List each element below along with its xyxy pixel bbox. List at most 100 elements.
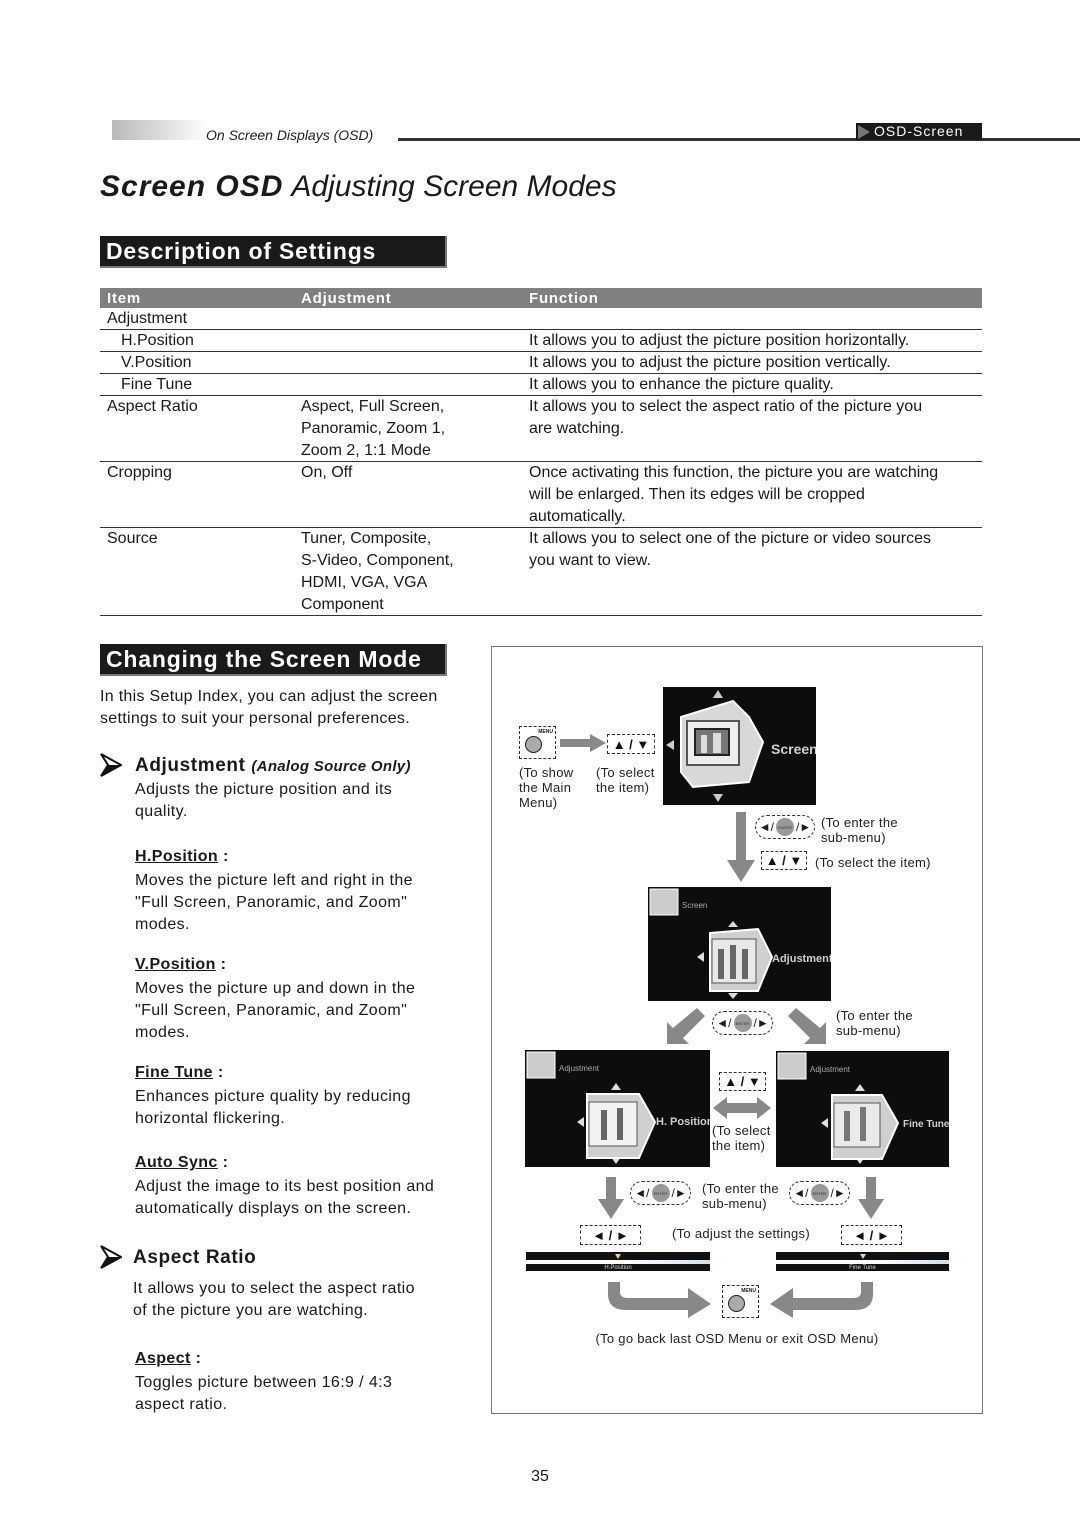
menu-knob-icon — [525, 736, 542, 753]
sub-item-label: V.Position : — [135, 956, 226, 974]
menu-button-label: MENU — [538, 729, 553, 735]
cell-line: are watching. — [529, 420, 625, 437]
slider-label: H.Position — [604, 1265, 632, 1271]
cell-line: will be enlarged. Then its edges will be… — [529, 486, 865, 503]
sub-item-desc: Moves the picture left and right in the "… — [135, 870, 475, 936]
intro-line: In this Setup Index, you can adjust the … — [100, 688, 438, 705]
left-right-button: ◄ / ► — [580, 1225, 641, 1245]
sub-item-label-text: Auto Sync — [135, 1154, 218, 1171]
header-section-label: On Screen Displays (OSD) — [206, 127, 374, 143]
caption-line: (To enter the — [821, 815, 898, 830]
left-arrow-icon: ◄/ — [716, 1016, 732, 1030]
subheading-adjustment-title: Adjustment — [135, 755, 246, 776]
desc-line: of the picture you are watching. — [133, 1302, 369, 1319]
cell-item: Adjustment — [107, 310, 188, 327]
osd-label-fine-tune: Fine Tune — [903, 1119, 949, 1130]
sub-item-label: Auto Sync : — [135, 1154, 228, 1172]
arrow-right-icon — [560, 734, 606, 752]
subheading-adjustment-note: (Analog Source Only) — [251, 758, 411, 775]
table-row: Adjustment — [100, 308, 982, 330]
table-row: Source Tuner, Composite, S-Video, Componen… — [100, 528, 982, 616]
menu-button-label: MENU — [741, 1288, 756, 1294]
table-header: Item Adjustment Function — [100, 288, 982, 308]
cell-function: It allows you to enhance the picture qua… — [529, 376, 834, 393]
up-down-button: ▲ / ▼ — [607, 734, 655, 754]
intro-text: In this Setup Index, you can adjust the … — [100, 686, 470, 730]
left-arrow-icon: ◄/ — [634, 1186, 650, 1200]
right-arrow-icon: /► — [671, 1186, 687, 1200]
cell-line: On, Off — [301, 464, 353, 481]
caption-line: the item) — [712, 1138, 766, 1153]
osd-label-screen: Screen — [771, 741, 816, 757]
caption-select-item-inline: (To select the item) — [815, 855, 931, 870]
desc-line: horizontal flickering. — [135, 1110, 286, 1127]
osd-label-adjustment: Adjustment — [772, 953, 831, 965]
menu-button: MENU — [722, 1285, 759, 1318]
sub-item-label-sep: : — [215, 956, 227, 973]
osd-screenshot-fine-tune: Adjustment Fine Tune — [776, 1051, 949, 1167]
cell-function: Once activating this function, the pictu… — [529, 462, 999, 528]
col-header-adjustment: Adjustment — [301, 290, 392, 307]
cell-item: Source — [107, 530, 158, 547]
cell-line: HDMI, VGA, VGA — [301, 574, 428, 591]
slider-track — [526, 1260, 710, 1264]
cell-line: automatically. — [529, 508, 626, 525]
col-header-function: Function — [529, 290, 599, 307]
cell-line: Component — [301, 596, 384, 613]
osd-slider: H.Position — [526, 1252, 710, 1271]
caption-line: Menu) — [519, 795, 558, 810]
arrow-curve-left-icon — [770, 1282, 873, 1318]
cell-item: Fine Tune — [121, 376, 193, 393]
table-row: H.Position It allows you to adjust the pi… — [100, 330, 982, 352]
caption-line: sub-menu) — [702, 1196, 767, 1211]
page-title-light: Adjusting Screen Modes — [291, 170, 617, 203]
caption-show-main-menu: (To show the Main Menu) — [519, 765, 573, 810]
caption-line: (To show — [519, 765, 574, 780]
cell-line: Aspect, Full Screen, — [301, 398, 445, 415]
desc-line: Moves the picture up and down in the — [135, 980, 416, 997]
page-title-bold: Screen OSD — [100, 170, 284, 203]
osd-cube-icon — [649, 888, 774, 999]
arrow-bullet-icon — [100, 753, 122, 777]
caption-line: the item) — [596, 780, 650, 795]
up-down-button: ▲ / ▼ — [761, 851, 807, 870]
cell-adjustment: Aspect, Full Screen, Panoramic, Zoom 1, Zo… — [301, 396, 521, 462]
osd-cube-icon — [777, 1052, 900, 1164]
cell-line: Once activating this function, the pictu… — [529, 464, 939, 481]
caption-go-back: (To go back last OSD Menu or exit OSD Me… — [595, 1331, 879, 1346]
desc-line: "Full Screen, Panoramic, and Zoom" — [135, 894, 408, 911]
cell-function: It allows you to select the aspect ratio… — [529, 396, 999, 440]
section-heading-changing: Changing the Screen Mode — [100, 644, 447, 676]
sub-item-label-sep: : — [190, 1350, 202, 1367]
desc-line: Enhances picture quality by reducing — [135, 1088, 411, 1105]
enter-button-icon: ENTER — [776, 818, 794, 836]
caption-line: the Main — [519, 780, 572, 795]
sub-item-desc: Moves the picture up and down in the "Ful… — [135, 978, 475, 1044]
sub-item-label-text: Aspect — [135, 1350, 191, 1367]
page-number: 35 — [531, 1468, 549, 1485]
right-arrow-icon: /► — [796, 820, 812, 834]
header-tab: OSD-Screen — [856, 123, 982, 140]
cell-line: It allows you to select one of the pictu… — [529, 530, 931, 547]
cell-adjustment: On, Off — [301, 462, 521, 484]
cell-line: S-Video, Component, — [301, 552, 454, 569]
arrow-down-icon — [598, 1177, 624, 1219]
cell-line: It allows you to select the aspect ratio… — [529, 398, 923, 415]
left-right-button: ◄ / ► — [841, 1225, 902, 1245]
subheading-adjustment: Adjustment (Analog Source Only) — [135, 755, 411, 777]
table-row: V.Position It allows you to adjust the pi… — [100, 352, 982, 374]
adjustment-desc: Adjusts the picture position and its qua… — [135, 779, 475, 823]
slider-marker-icon — [615, 1254, 621, 1259]
desc-line: Toggles picture between 16:9 / 4:3 — [135, 1374, 393, 1391]
sub-item-label-sep: : — [217, 1154, 229, 1171]
enter-button-icon: ENTER — [810, 1184, 829, 1202]
menu-knob-icon — [728, 1295, 745, 1312]
caption-line: (To enter the — [836, 1008, 913, 1023]
desc-line: Adjust the image to its best position an… — [135, 1178, 435, 1195]
arrow-bullet-icon — [100, 1245, 122, 1269]
cell-function: It allows you to adjust the picture posi… — [529, 354, 891, 371]
sub-item-label-text: H.Position — [135, 848, 219, 865]
sub-item-label: H.Position : — [135, 848, 229, 866]
osd-screenshot-main: Screen — [663, 687, 816, 805]
table-row: Fine Tune It allows you to enhance the pi… — [100, 374, 982, 396]
